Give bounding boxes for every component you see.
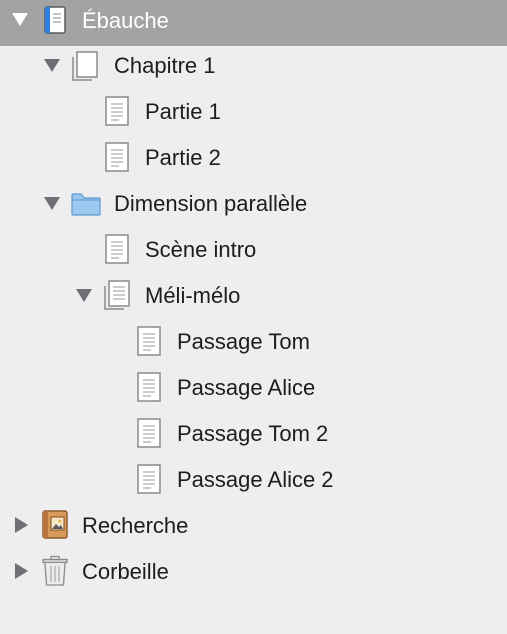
- binder-item-label: Passage Alice: [177, 375, 316, 400]
- binder-item-dimension-parallele[interactable]: Dimension parallèle: [0, 181, 507, 227]
- binder-item-label: Dimension parallèle: [114, 191, 308, 216]
- disclosure-triangle-collapsed-icon[interactable]: [15, 517, 28, 533]
- disclosure-triangle-expanded-icon[interactable]: [44, 197, 60, 210]
- binder-item-passage-alice[interactable]: Passage Alice: [0, 365, 507, 411]
- binder-item-label: Méli-mélo: [145, 283, 241, 308]
- binder-item-meli-melo[interactable]: Méli-mélo: [0, 273, 507, 319]
- binder-item-label: Passage Tom 2: [177, 421, 329, 446]
- text-document-icon: [136, 326, 166, 356]
- disclosure-triangle-expanded-icon[interactable]: [44, 59, 60, 72]
- binder-item-scene-intro[interactable]: Scène intro: [0, 227, 507, 273]
- text-document-icon: [104, 142, 134, 172]
- binder-item-label: Recherche: [82, 513, 189, 538]
- disclosure-triangle-expanded-icon[interactable]: [76, 289, 92, 302]
- stacked-pages-icon: [70, 50, 100, 81]
- binder-item-passage-tom-2[interactable]: Passage Tom 2: [0, 411, 507, 457]
- binder-item-label: Scène intro: [145, 237, 257, 262]
- text-document-icon: [136, 372, 166, 402]
- binder-item-chapter-1[interactable]: Chapitre 1: [0, 43, 507, 89]
- binder-item-label: Ébauche: [82, 8, 169, 33]
- binder-sidebar: Ébauche Chapitre 1 Partie 1 Partie 2 Dim…: [0, 0, 507, 634]
- binder-item-corbeille[interactable]: Corbeille: [0, 549, 507, 595]
- binder-item-passage-alice-2[interactable]: Passage Alice 2: [0, 457, 507, 503]
- binder-item-label: Passage Alice 2: [177, 467, 334, 492]
- trash-icon: [41, 555, 71, 586]
- stacked-text-icon: [102, 279, 132, 310]
- binder-item-label: Passage Tom: [177, 329, 310, 354]
- binder-item-label: Corbeille: [82, 559, 169, 584]
- binder-item-label: Partie 1: [145, 99, 221, 124]
- binder-item-recherche[interactable]: Recherche: [0, 503, 507, 549]
- research-book-icon: [40, 509, 70, 539]
- binder-item-passage-tom[interactable]: Passage Tom: [0, 319, 507, 365]
- text-document-icon: [136, 464, 166, 494]
- binder-item-draft[interactable]: Ébauche: [0, 0, 507, 46]
- text-document-icon: [104, 234, 134, 264]
- text-document-icon: [136, 418, 166, 448]
- draft-notebook-icon: [40, 5, 70, 35]
- disclosure-triangle-collapsed-icon[interactable]: [15, 563, 28, 579]
- text-document-icon: [104, 96, 134, 126]
- binder-item-label: Partie 2: [145, 145, 221, 170]
- binder-item-part-1[interactable]: Partie 1: [0, 89, 507, 135]
- binder-item-label: Chapitre 1: [114, 53, 216, 78]
- disclosure-triangle-expanded-icon[interactable]: [12, 13, 28, 26]
- folder-icon: [70, 191, 101, 221]
- binder-item-part-2[interactable]: Partie 2: [0, 135, 507, 181]
